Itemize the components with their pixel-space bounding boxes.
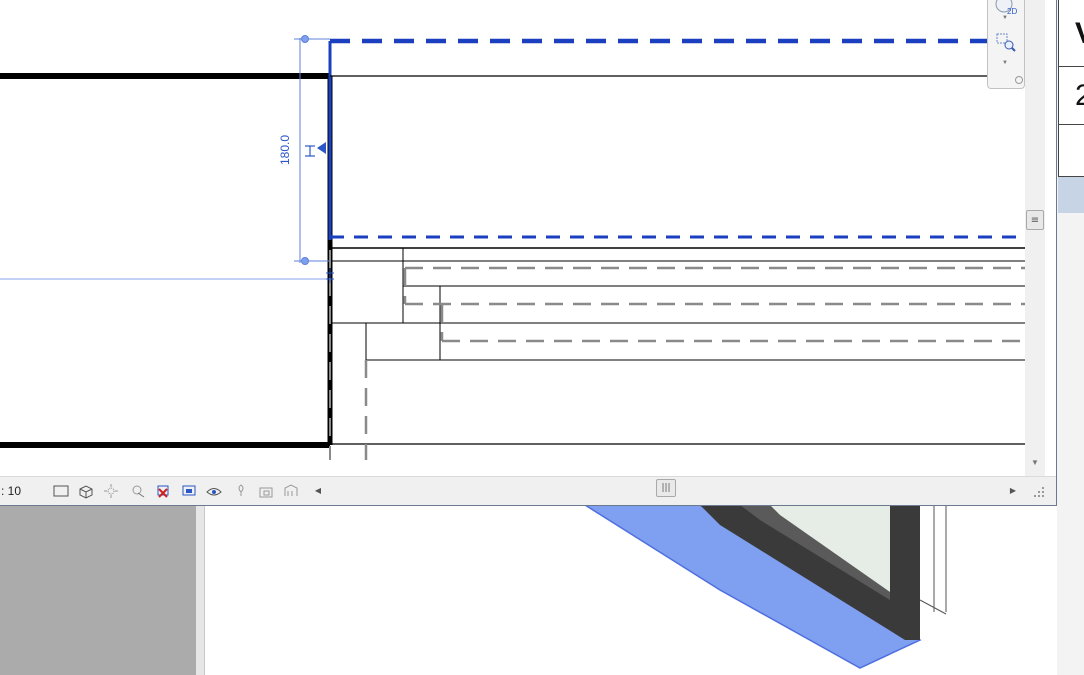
detail-level-icon[interactable]	[53, 483, 69, 499]
join-control-icon	[326, 268, 334, 283]
horizontal-scroll-thumb[interactable]: |||	[656, 479, 676, 497]
schedule-header-cell: V	[1058, 0, 1084, 67]
drawing-canvas[interactable]	[0, 0, 1025, 476]
schedule-empty-cell[interactable]	[1058, 125, 1084, 177]
dimension-value[interactable]: 180.0	[278, 135, 292, 165]
nav-bar-options-icon[interactable]	[1015, 76, 1023, 84]
vertical-scroll-thumb[interactable]: ≡	[1026, 210, 1044, 230]
visual-style-icon[interactable]	[78, 483, 94, 499]
scroll-down-arrow[interactable]: ▼	[1026, 455, 1044, 471]
navigation-bar: 2D ▼ ▼	[987, 0, 1025, 89]
view-scale[interactable]: : 10	[1, 484, 21, 498]
schedule-row-cell[interactable]: 2	[1058, 67, 1084, 125]
section-view-window[interactable]: 180.0 2D ▼ ▼ ≡ ▼ : 10 ◀ ||| ▶	[0, 0, 1057, 506]
resize-grip-icon[interactable]	[1032, 485, 1046, 499]
temporary-hide-isolate-icon[interactable]	[206, 483, 222, 499]
chevron-down-icon[interactable]: ▼	[1002, 15, 1008, 21]
zoom-region-icon[interactable]	[993, 30, 1019, 54]
vertical-scrollbar[interactable]	[1025, 0, 1045, 476]
show-crop-region-icon[interactable]	[181, 483, 197, 499]
chevron-down-icon[interactable]: ▼	[1002, 60, 1008, 66]
schedule-selected-row[interactable]	[1058, 177, 1084, 213]
shadows-icon[interactable]	[130, 483, 146, 499]
sun-path-icon[interactable]	[103, 483, 119, 499]
view-control-bar: : 10 ◀ ||| ▶	[0, 476, 1056, 505]
analytical-model-icon[interactable]	[283, 483, 299, 499]
flip-control-arrow	[317, 142, 326, 154]
reveal-hidden-icon[interactable]	[233, 483, 249, 499]
scroll-left-arrow[interactable]: ◀	[312, 483, 324, 499]
hidden-lines	[329, 250, 1025, 460]
scroll-right-arrow[interactable]: ▶	[1007, 483, 1019, 499]
crop-view-icon[interactable]	[155, 483, 171, 499]
dimension-drag-handle	[305, 145, 315, 157]
svg-text:2D: 2D	[1007, 7, 1017, 16]
lock-3d-view-icon[interactable]	[258, 483, 274, 499]
